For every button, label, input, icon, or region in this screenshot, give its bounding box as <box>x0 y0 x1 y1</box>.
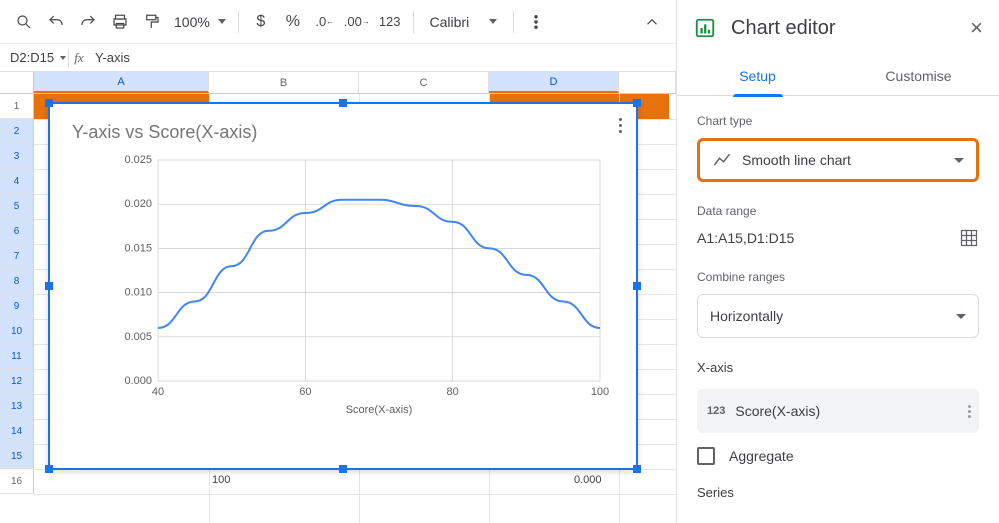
name-box[interactable]: D2:D15 <box>0 50 68 65</box>
collapse-toolbar-icon[interactable] <box>638 8 666 36</box>
font-dropdown[interactable]: Calibri <box>422 14 506 30</box>
toolbar: 100% $ % .0← .00→ 123 Calibri <box>0 0 676 44</box>
col-header-b[interactable]: B <box>209 72 359 93</box>
row-header-16[interactable]: 16 <box>0 469 34 494</box>
combine-ranges-dropdown[interactable]: Horizontally <box>697 294 979 338</box>
data-range-label: Data range <box>697 204 979 218</box>
print-icon[interactable] <box>106 8 134 36</box>
select-range-icon[interactable] <box>959 228 979 248</box>
row-header-4[interactable]: 4 <box>0 169 34 194</box>
panel-title: Chart editor <box>731 17 956 40</box>
close-icon[interactable]: × <box>970 15 983 41</box>
svg-text:0.025: 0.025 <box>124 154 152 166</box>
paint-format-icon[interactable] <box>138 8 166 36</box>
chart-plot-area: 0.000 0.005 0.010 0.015 0.020 0.025 40 60 80 100 S… <box>120 154 610 419</box>
row-header-13[interactable]: 13 <box>0 394 34 419</box>
row-header-2[interactable]: 2 <box>0 119 34 144</box>
number-type-icon: 123 <box>707 405 725 417</box>
cell-value: 0.000 <box>574 474 602 486</box>
cell-value: 100 <box>212 474 230 486</box>
xaxis-value: Score(X-axis) <box>735 403 820 419</box>
svg-text:0.010: 0.010 <box>124 287 152 299</box>
more-toolbar-icon[interactable] <box>522 8 550 36</box>
col-header-d[interactable]: D <box>489 72 619 93</box>
tab-setup[interactable]: Setup <box>677 56 838 95</box>
zoom-value: 100% <box>174 14 210 30</box>
chart-editor-icon <box>693 16 717 40</box>
fx-icon: fx <box>69 50 89 66</box>
combine-ranges-value: Horizontally <box>710 308 783 324</box>
row-header-5[interactable]: 5 <box>0 194 34 219</box>
svg-text:0.005: 0.005 <box>124 331 152 343</box>
decrease-decimal-icon[interactable]: .0← <box>311 8 339 36</box>
spreadsheet-grid[interactable]: A B C D 12345678910111213141516 100 0.00… <box>0 72 676 523</box>
chart-type-label: Chart type <box>697 114 979 128</box>
svg-text:40: 40 <box>152 386 164 398</box>
row-header-3[interactable]: 3 <box>0 144 34 169</box>
formula-input[interactable]: Y-axis <box>89 50 130 65</box>
row-header-9[interactable]: 9 <box>0 294 34 319</box>
row-header-7[interactable]: 7 <box>0 244 34 269</box>
redo-icon[interactable] <box>74 8 102 36</box>
row-header-8[interactable]: 8 <box>0 269 34 294</box>
more-formats-button[interactable]: 123 <box>375 8 405 36</box>
svg-text:0.020: 0.020 <box>124 198 152 210</box>
svg-text:80: 80 <box>447 386 459 398</box>
line-chart-icon <box>712 150 732 170</box>
zoom-dropdown[interactable]: 100% <box>170 14 230 30</box>
row-header-10[interactable]: 10 <box>0 319 34 344</box>
increase-decimal-icon[interactable]: .00→ <box>343 8 371 36</box>
aggregate-checkbox[interactable] <box>697 447 715 465</box>
combine-ranges-label: Combine ranges <box>697 270 979 284</box>
font-name: Calibri <box>430 14 470 30</box>
chart-type-dropdown[interactable]: Smooth line chart <box>697 138 979 182</box>
embedded-chart[interactable]: Y-axis vs Score(X-axis) 0.0000.0050.0100… <box>48 102 638 470</box>
chart-menu-icon[interactable] <box>615 114 626 137</box>
col-header-c[interactable]: C <box>359 72 489 93</box>
series-section-label: Series <box>697 485 979 500</box>
xaxis-section-label: X-axis <box>697 360 979 375</box>
aggregate-label: Aggregate <box>729 448 794 464</box>
chart-editor-panel: Chart editor × Setup Customise Chart typ… <box>677 0 999 523</box>
row-header-1[interactable]: 1 <box>0 94 34 119</box>
percent-icon[interactable]: % <box>279 8 307 36</box>
data-range-value[interactable]: A1:A15,D1:D15 <box>697 230 794 246</box>
currency-icon[interactable]: $ <box>247 8 275 36</box>
chart-title: Y-axis vs Score(X-axis) <box>72 122 257 143</box>
svg-text:0.015: 0.015 <box>124 242 152 254</box>
col-header-a[interactable]: A <box>34 72 209 93</box>
row-header-11[interactable]: 11 <box>0 344 34 369</box>
undo-icon[interactable] <box>42 8 70 36</box>
svg-text:60: 60 <box>299 386 311 398</box>
formula-bar: D2:D15 fx Y-axis <box>0 44 676 72</box>
row-header-14[interactable]: 14 <box>0 419 34 444</box>
chart-type-value: Smooth line chart <box>742 152 851 168</box>
svg-text:100: 100 <box>591 386 609 398</box>
search-icon[interactable] <box>10 8 38 36</box>
xaxis-menu-icon[interactable] <box>968 405 971 418</box>
row-header-15[interactable]: 15 <box>0 444 34 469</box>
xaxis-field[interactable]: 123 Score(X-axis) <box>697 389 979 433</box>
col-header-e[interactable] <box>619 72 676 93</box>
svg-text:0.000: 0.000 <box>124 375 152 387</box>
tab-customise[interactable]: Customise <box>838 56 999 95</box>
row-header-6[interactable]: 6 <box>0 219 34 244</box>
svg-text:Score(X-axis): Score(X-axis) <box>346 404 413 416</box>
row-header-12[interactable]: 12 <box>0 369 34 394</box>
select-all-corner[interactable] <box>0 72 34 94</box>
